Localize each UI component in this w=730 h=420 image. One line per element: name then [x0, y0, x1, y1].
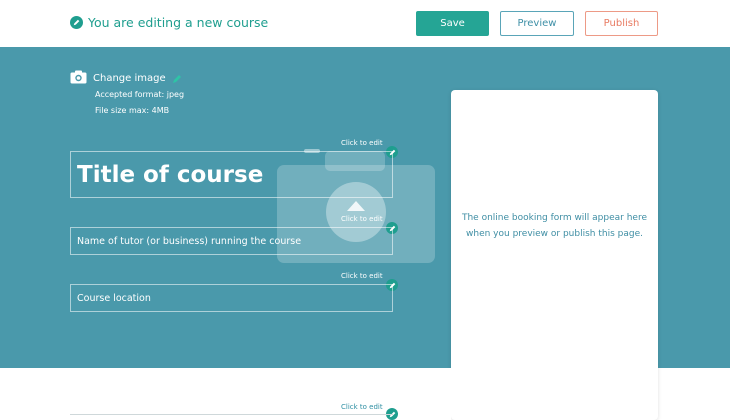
- click-to-edit-hint: Click to edit: [341, 403, 383, 411]
- preview-button[interactable]: Preview: [500, 11, 574, 36]
- edit-status: You are editing a new course: [70, 15, 268, 30]
- change-image-control[interactable]: Change image: [70, 69, 182, 88]
- save-button[interactable]: Save: [416, 11, 489, 36]
- pencil-icon[interactable]: [172, 74, 182, 84]
- booking-form-panel: The online booking form will appear here…: [451, 90, 658, 420]
- camera-icon: [70, 69, 87, 88]
- publish-button[interactable]: Publish: [585, 11, 658, 36]
- course-location-field[interactable]: Course location: [70, 284, 393, 312]
- click-to-edit-hint: Click to edit: [341, 215, 383, 223]
- top-bar: You are editing a new course Save Previe…: [0, 0, 730, 47]
- pencil-icon: [70, 16, 83, 29]
- change-image-label: Change image: [93, 73, 166, 84]
- click-to-edit-hint: Click to edit: [341, 139, 383, 147]
- click-to-edit-hint: Click to edit: [341, 272, 383, 280]
- course-details-section: [0, 368, 451, 420]
- tutor-name-field[interactable]: Name of tutor (or business) running the …: [70, 227, 393, 255]
- edit-status-text: You are editing a new course: [88, 15, 269, 30]
- booking-form-placeholder: The online booking form will appear here…: [461, 213, 648, 239]
- file-size-text: File size max: 4MB: [95, 106, 170, 115]
- accepted-format-text: Accepted format: jpeg: [95, 90, 185, 99]
- description-field[interactable]: [70, 414, 393, 420]
